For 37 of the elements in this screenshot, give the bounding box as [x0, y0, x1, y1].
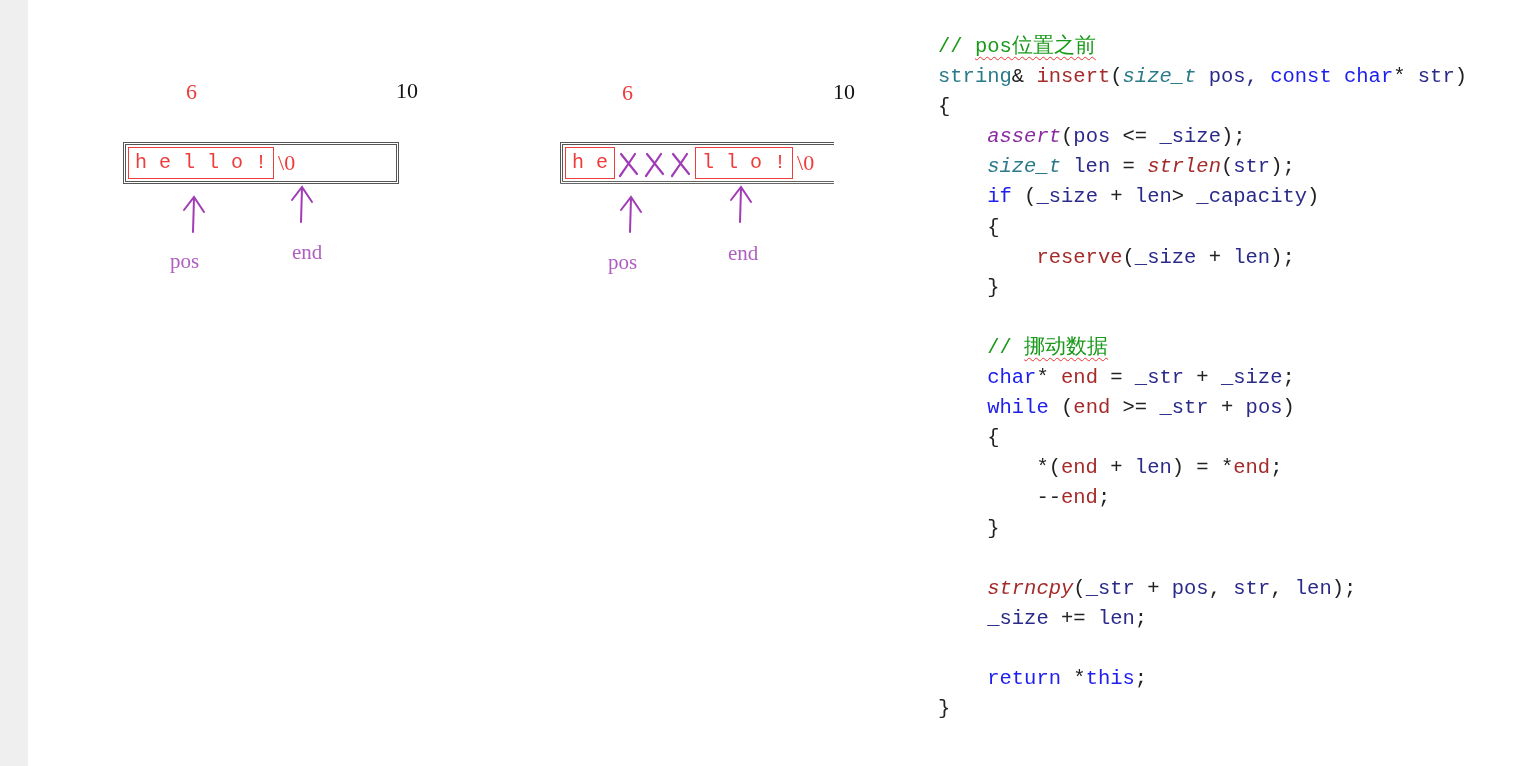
arrow-icon: [617, 194, 645, 234]
pointer-label: pos: [170, 248, 200, 274]
code-line: char* end = _str + _size;: [987, 365, 1296, 392]
code-line: if (_size + len> _capacity): [987, 184, 1321, 211]
index-label: 10: [833, 78, 855, 106]
code-line: }: [987, 274, 1001, 301]
code-line: }: [938, 696, 952, 723]
code-line: }: [987, 515, 1001, 542]
null-terminator: \0: [796, 149, 816, 177]
code-line: strncpy(_str + pos, str, len);: [987, 575, 1358, 602]
code-line: while (end >= _str + pos): [987, 395, 1296, 422]
string-characters: h e: [565, 147, 615, 179]
code-line: string& insert(size_t pos, const char* str): [938, 64, 1468, 91]
code-line: // 挪动数据: [987, 334, 1110, 361]
code-line: assert(pos <= _size);: [987, 124, 1247, 151]
code-line: *(end + len) = *end;: [1036, 455, 1284, 482]
pointer-label: pos: [608, 249, 638, 275]
arrow-icon: [288, 184, 316, 224]
pointer-label: end: [728, 240, 759, 266]
pointer-label: end: [292, 239, 323, 265]
code-line: --end;: [1036, 485, 1112, 512]
code-line: size_t len = strlen(str);: [987, 154, 1296, 181]
code-line: _size += len;: [987, 605, 1149, 632]
index-label: 10: [396, 77, 418, 105]
arrow-icon: [180, 194, 208, 234]
code-line: {: [987, 214, 1001, 241]
null-terminator: \0: [277, 149, 297, 177]
index-label: 6: [622, 79, 633, 107]
arrow-icon: [727, 184, 755, 224]
index-label: 6: [186, 78, 197, 106]
code-line: reserve(_size + len);: [1036, 244, 1296, 271]
code-line: {: [987, 425, 1001, 452]
code-line: return *this;: [987, 665, 1149, 692]
string-characters: h e l l o !: [128, 147, 275, 179]
code-line: // pos位置之前: [938, 33, 1097, 60]
string-characters: l l o !: [695, 147, 794, 179]
code-line: {: [938, 94, 952, 121]
